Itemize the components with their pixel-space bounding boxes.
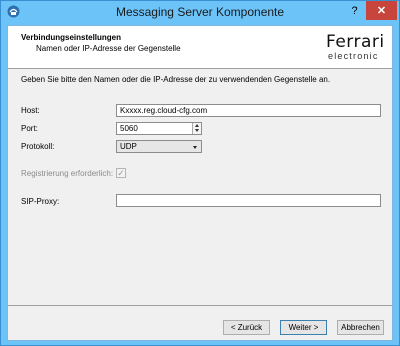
spin-up-icon[interactable]	[195, 124, 199, 127]
wizard-body: Verbindungseinstellungen Namen oder IP-A…	[7, 25, 393, 341]
next-button[interactable]: Weiter >	[280, 320, 327, 335]
registration-checkbox[interactable]: ✓	[116, 168, 126, 178]
logo-sub-text: electronic	[328, 51, 379, 61]
protocol-label: Protokoll:	[21, 142, 55, 151]
wizard-header: Verbindungseinstellungen Namen oder IP-A…	[8, 26, 392, 69]
chevron-down-icon	[193, 146, 197, 149]
help-button[interactable]: ?	[343, 1, 366, 20]
host-label: Host:	[21, 106, 40, 115]
port-stepper[interactable]: 5060	[116, 122, 202, 135]
registration-label: Registrierung erforderlich:	[21, 169, 114, 178]
window-title: Messaging Server Komponente	[115, 5, 285, 19]
checkmark-icon: ✓	[117, 168, 125, 178]
wizard-window: Messaging Server Komponente ? ✕ Verbindu…	[0, 0, 400, 346]
intro-text: Geben Sie bitte den Namen oder die IP-Ad…	[21, 75, 331, 84]
title-bar[interactable]: Messaging Server Komponente ? ✕	[1, 1, 399, 25]
sip-proxy-label: SIP-Proxy:	[21, 197, 60, 206]
close-button[interactable]: ✕	[366, 1, 397, 20]
ferrari-electronic-logo: Ferrari electronic	[326, 32, 384, 64]
page-subtitle: Namen oder IP-Adresse der Gegenstelle	[36, 44, 181, 53]
footer-divider	[8, 305, 392, 306]
spin-down-icon[interactable]	[195, 129, 199, 132]
page-title: Verbindungseinstellungen	[21, 33, 122, 42]
protocol-select[interactable]: UDP	[116, 140, 202, 153]
port-value: 5060	[120, 124, 138, 133]
port-label: Port:	[21, 124, 38, 133]
sip-proxy-input[interactable]	[116, 194, 381, 207]
back-button[interactable]: < Zurück	[223, 320, 270, 335]
logo-main-text: Ferrari	[326, 32, 385, 52]
cancel-button[interactable]: Abbrechen	[337, 320, 384, 335]
port-spin-buttons[interactable]	[192, 123, 201, 134]
host-input[interactable]: Kxxxx.reg.cloud-cfg.com	[116, 104, 381, 117]
protocol-value: UDP	[120, 142, 137, 151]
